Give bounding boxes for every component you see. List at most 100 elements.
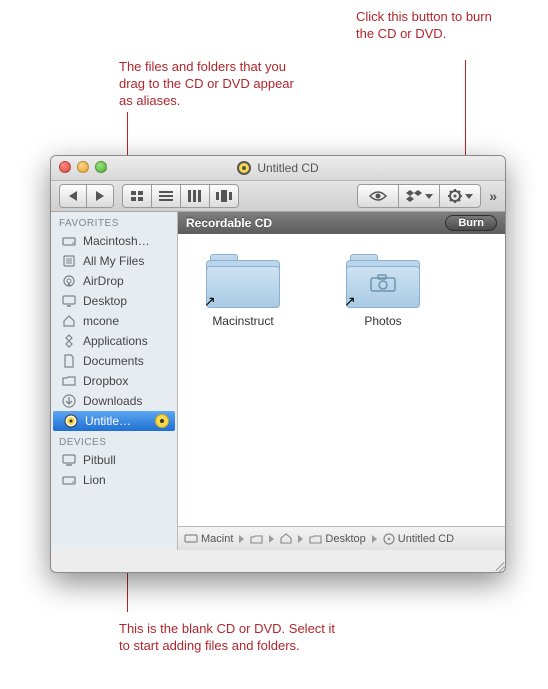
airdrop-icon [61,274,77,288]
sidebar-item-label: Applications [83,334,148,348]
sidebar-item-label: mcone [83,314,119,328]
main-area: Recordable CD Burn ↗ Macinstruct [178,212,505,550]
chevron-right-icon [96,191,104,201]
folder-icon [61,374,77,388]
pathbar: Macint Desktop [178,526,505,550]
sidebar-item-label: Dropbox [83,374,128,388]
sidebar-item-pitbull[interactable]: Pitbull [51,450,177,470]
back-button[interactable] [59,184,87,208]
computer-icon [61,453,77,467]
callout-blank: This is the blank CD or DVD. Select it t… [119,620,339,654]
quicklook-button[interactable] [357,184,399,208]
callout-burn: Click this button to burn the CD or DVD. [356,8,506,42]
gear-icon [448,189,462,203]
infobar-title: Recordable CD [186,216,272,230]
sidebar-item-home[interactable]: mcone [51,311,177,331]
action-button[interactable] [439,184,481,208]
folder-item-photos[interactable]: ↗ Photos [338,252,428,328]
sidebar-item-label: Desktop [83,294,127,308]
sidebar-heading-favorites: FAVORITES [51,212,177,231]
forward-button[interactable] [86,184,114,208]
path-sep-icon [298,535,303,543]
burn-badge-icon[interactable] [155,414,169,428]
sidebar-item-label: Untitle… [85,414,131,428]
drive-icon [61,473,77,487]
minimize-button[interactable] [77,161,89,173]
sidebar-item-airdrop[interactable]: AirDrop [51,271,177,291]
path-sep-icon [269,535,274,543]
window-title: Untitled CD [257,161,318,175]
close-button[interactable] [59,161,71,173]
path-seg-drive[interactable]: Macint [184,533,233,545]
chevron-down-icon [425,194,433,199]
chevron-down-icon [465,194,473,199]
sidebar-item-label: All My Files [83,254,144,268]
column-view-icon [188,190,202,202]
coverflow-view-button[interactable] [209,184,239,208]
sidebar-item-dropbox[interactable]: Dropbox [51,371,177,391]
sidebar-item-untitled-cd[interactable]: Untitle… [53,411,175,431]
icon-view-icon [130,190,144,202]
all-files-icon [61,254,77,268]
sidebar-item-desktop[interactable]: Desktop [51,291,177,311]
folder-icon: ↗ [346,252,420,308]
sidebar-item-label: Pitbull [83,453,116,467]
list-view-icon [159,190,173,202]
sidebar: FAVORITES Macintosh… All My Files AirDro… [51,212,178,550]
eye-icon [369,190,387,202]
list-view-button[interactable] [151,184,181,208]
toolbar: » [51,181,505,212]
view-buttons [122,184,239,208]
sidebar-item-macintosh-hd[interactable]: Macintosh… [51,231,177,251]
burn-button[interactable]: Burn [445,215,497,231]
disc-icon [383,533,395,545]
sidebar-heading-devices: DEVICES [51,431,177,450]
callout-aliases: The files and folders that you drag to t… [119,58,309,109]
desktop-icon [61,294,77,308]
applications-icon [61,334,77,348]
path-seg-desktop[interactable]: Desktop [309,533,365,545]
nav-buttons [59,184,114,208]
dropbox-button[interactable] [398,184,440,208]
path-label: Macint [201,533,233,545]
path-sep-icon [239,535,244,543]
path-sep-icon [372,535,377,543]
sidebar-item-lion[interactable]: Lion [51,470,177,490]
downloads-icon [61,394,77,408]
folder-item-macinstruct[interactable]: ↗ Macinstruct [198,252,288,328]
resize-handle[interactable] [491,558,503,570]
folder-icon: ↗ [206,252,280,308]
coverflow-view-icon [216,190,232,202]
sidebar-item-downloads[interactable]: Downloads [51,391,177,411]
column-view-button[interactable] [180,184,210,208]
item-label: Photos [338,314,428,328]
sidebar-item-label: Downloads [83,394,142,408]
titlebar: Untitled CD [51,156,505,181]
icon-view-button[interactable] [122,184,152,208]
zoom-button[interactable] [95,161,107,173]
infobar: Recordable CD Burn [178,212,505,234]
folder-icon [250,534,263,544]
folder-icon [309,534,322,544]
action-group [357,184,481,208]
drive-icon [61,234,77,248]
alias-badge-icon: ↗ [344,293,356,310]
dropbox-icon [406,190,422,202]
icon-area[interactable]: ↗ Macinstruct ↗ Photos [178,234,505,526]
documents-icon [61,354,77,368]
home-icon [280,533,292,544]
sidebar-item-label: Lion [83,473,106,487]
path-seg-cd[interactable]: Untitled CD [383,533,454,545]
finder-window: Untitled CD [50,155,506,573]
chevron-left-icon [69,191,77,201]
sidebar-item-documents[interactable]: Documents [51,351,177,371]
path-seg-home[interactable] [280,533,292,544]
path-seg-users[interactable] [250,534,263,544]
path-label: Untitled CD [398,533,454,545]
drive-icon [184,533,198,544]
sidebar-item-applications[interactable]: Applications [51,331,177,351]
toolbar-overflow[interactable]: » [489,188,497,204]
traffic-lights [59,161,107,173]
path-label: Desktop [325,533,365,545]
sidebar-item-all-my-files[interactable]: All My Files [51,251,177,271]
